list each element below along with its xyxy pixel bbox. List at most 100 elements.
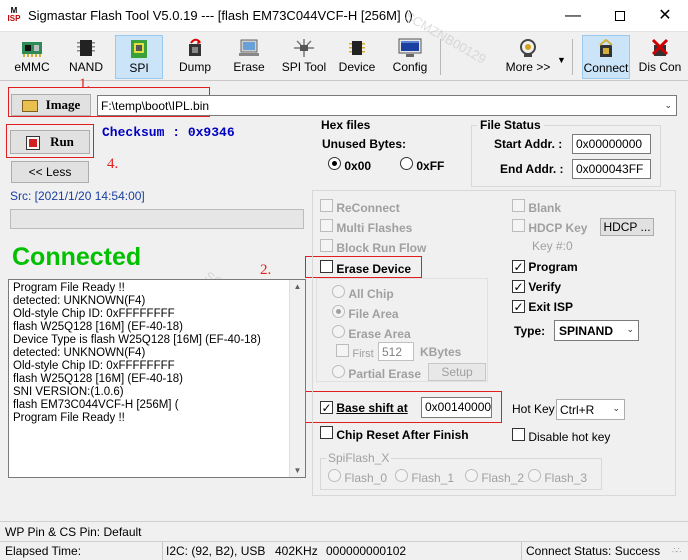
image-button[interactable]: Image (11, 94, 91, 116)
file-area-radio[interactable]: File Area (332, 305, 399, 321)
hot-key-select[interactable]: Ctrl+R ⌄ (556, 399, 625, 420)
disconnect-label: Dis Con (638, 60, 682, 74)
base-shift-checkbox[interactable]: Base shift at (320, 401, 408, 415)
program-checkbox[interactable]: Program (512, 260, 578, 274)
checkbox-checked-icon (320, 401, 333, 414)
erase-button[interactable]: Erase (225, 35, 273, 79)
flash0-radio[interactable]: Flash_0 (328, 469, 387, 485)
setup-button[interactable]: Setup (428, 363, 486, 381)
exit-isp-checkbox[interactable]: Exit ISP (512, 300, 573, 314)
disconnect-icon (651, 38, 669, 56)
first-checkbox[interactable]: First (336, 344, 374, 360)
maximize-button[interactable] (597, 0, 643, 32)
erase-area-radio[interactable]: Erase Area (332, 325, 411, 341)
checkbox-icon (320, 426, 333, 439)
block-run-flow-checkbox[interactable]: Block Run Flow (320, 239, 426, 255)
resize-grip-icon[interactable]: ∴∴ (672, 546, 681, 555)
log-line: detected: UNKNOWN(F4) (13, 347, 146, 359)
log-line: Old-style Chip ID: 0xFFFFFFFF (13, 308, 175, 320)
emmc-label: eMMC (14, 60, 50, 74)
flash1-radio[interactable]: Flash_1 (395, 469, 454, 485)
dump-button[interactable]: Dump (171, 35, 219, 79)
config-label: Config (392, 60, 428, 74)
hdcp-button[interactable]: HDCP ... (600, 218, 654, 236)
radio-icon (332, 285, 345, 298)
hot-key-label: Hot Key (512, 402, 555, 416)
hex-files-title: Hex files (318, 118, 374, 132)
close-button[interactable]: ✕ (642, 0, 688, 32)
toolbar: eMMC NAND SPI Dump Erase SPI Tool Device… (0, 33, 688, 81)
progress-bar (10, 209, 304, 229)
more-dropdown-icon[interactable]: ▼ (557, 55, 566, 65)
chevron-down-icon: ⌄ (626, 324, 634, 334)
radio-unused-ff[interactable]: 0xFF (400, 157, 444, 173)
start-addr-field[interactable]: 0x00000000 (572, 134, 651, 154)
multi-flashes-checkbox[interactable]: Multi Flashes (320, 219, 412, 235)
flash3-radio[interactable]: Flash_3 (528, 469, 587, 485)
log-output[interactable]: Program File Ready !! detected: UNKNOWN(F… (8, 279, 306, 478)
chip-reset-checkbox[interactable]: Chip Reset After Finish (320, 426, 469, 442)
nand-chip-icon (77, 40, 95, 56)
radio-icon (528, 469, 541, 482)
emmc-button[interactable]: eMMC (8, 35, 56, 79)
reconnect-checkbox[interactable]: ReConnect (320, 199, 400, 215)
flash2-radio[interactable]: Flash_2 (465, 469, 524, 485)
status-separator (521, 542, 522, 560)
radio-unused-00[interactable]: 0x00 (328, 157, 371, 173)
checkbox-icon (512, 428, 525, 441)
run-button[interactable]: Run (10, 130, 90, 154)
disconnect-button[interactable]: Dis Con (636, 35, 684, 79)
radio-icon (332, 305, 345, 318)
checkbox-icon (336, 344, 349, 357)
device-button[interactable]: Device (334, 35, 380, 79)
spi-tool-button[interactable]: SPI Tool (278, 35, 330, 79)
connect-button[interactable]: Connect (582, 35, 630, 79)
more-button[interactable]: More >> (503, 35, 553, 79)
checkbox-icon (320, 199, 333, 212)
log-line: Old-style Chip ID: 0xFFFFFFFF (13, 360, 175, 372)
radio-00-icon (328, 157, 341, 170)
erase-icon (239, 39, 259, 56)
blank-checkbox[interactable]: Blank (512, 199, 561, 215)
hdcp-key-checkbox[interactable]: HDCP Key (512, 219, 587, 235)
partial-erase-radio[interactable]: Partial Erase (332, 365, 421, 381)
radio-icon (465, 469, 478, 482)
spi-button[interactable]: SPI (115, 35, 163, 79)
scroll-up-icon[interactable]: ▲ (290, 282, 305, 291)
type-select[interactable]: SPINAND ⌄ (554, 320, 639, 341)
nand-button[interactable]: NAND (62, 35, 110, 79)
end-addr-field[interactable]: 0x000043FF (572, 159, 651, 179)
checkbox-checked-icon (512, 300, 525, 313)
checkbox-checked-icon (512, 280, 525, 293)
elapsed-time: Elapsed Time: (5, 544, 82, 558)
erase-device-checkbox[interactable]: Erase Device (320, 260, 411, 276)
log-line: detected: UNKNOWN(F4) (13, 295, 146, 307)
all-chip-radio[interactable]: All Chip (332, 285, 394, 301)
config-button[interactable]: Config (386, 35, 434, 79)
less-button[interactable]: << Less (11, 161, 89, 183)
i2c-status: I2C: (92, B2), USB (166, 544, 266, 558)
chevron-down-icon: ⌄ (664, 100, 672, 110)
title-bar: M ISP Sigmastar Flash Tool V5.0.19 --- [f… (0, 0, 688, 32)
log-scrollbar[interactable]: ▲ ▼ (289, 280, 305, 477)
spiflash-title: SpiFlash_X (326, 451, 392, 465)
log-line: Device Type is flash W25Q128 [16M] (EF-4… (13, 334, 261, 346)
annotation-number-1: 1. (79, 76, 91, 92)
disable-hot-key-checkbox[interactable]: Disable hot key (512, 428, 610, 444)
radio-icon (395, 469, 408, 482)
radio-ff-icon (400, 157, 413, 170)
connected-status: Connected (12, 243, 142, 271)
first-kbytes-field[interactable]: 512 (378, 342, 414, 361)
image-path-combo[interactable]: F:\temp\boot\IPL.bin ⌄ (97, 95, 677, 116)
status-counter: 000000000102 (326, 544, 407, 558)
type-label: Type: (514, 324, 546, 338)
scroll-down-icon[interactable]: ▼ (290, 466, 305, 475)
verify-checkbox[interactable]: Verify (512, 280, 561, 294)
spi-tool-icon (294, 39, 314, 57)
emmc-chip-icon (22, 42, 42, 57)
minimize-button[interactable]: — (550, 0, 596, 32)
log-lines: Program File Ready !! detected: UNKNOWN(F… (9, 280, 305, 427)
base-shift-field[interactable]: 0x00140000 (421, 397, 492, 418)
log-line: SNI VERSION:(1.0.6) (13, 386, 124, 398)
end-addr-label: End Addr. : (500, 162, 564, 176)
